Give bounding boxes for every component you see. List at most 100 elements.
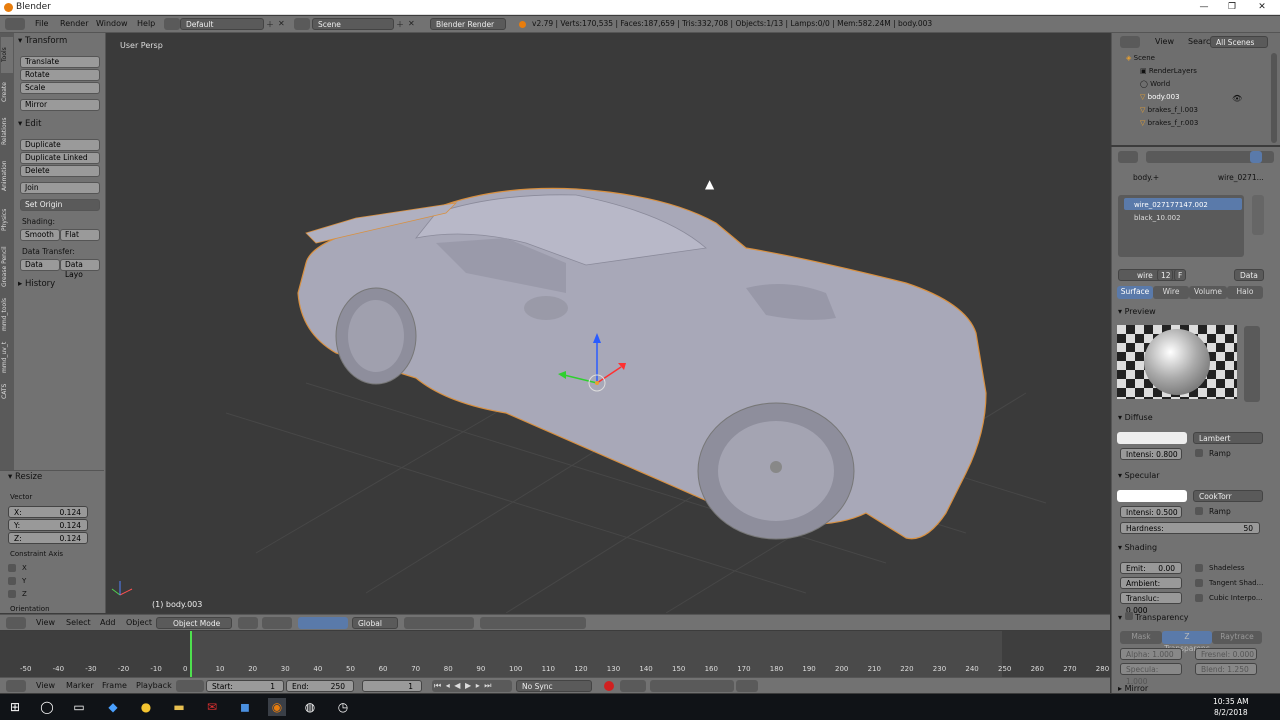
visibility-eye-icon[interactable]: 👁 (1232, 94, 1242, 103)
history-panel-header[interactable]: ▸ History (18, 279, 55, 289)
data-layout-button[interactable]: Data Layo (60, 259, 100, 279)
emit-field[interactable]: Emit: 0.00 (1120, 562, 1182, 574)
tab-cats[interactable]: CATS (1, 379, 13, 403)
hardness-field[interactable]: Hardness: 50 (1120, 522, 1260, 534)
preview-range-icon[interactable] (176, 680, 204, 692)
snap-and-render-icons[interactable] (480, 617, 586, 629)
add-layout-icon[interactable]: ＋ (266, 19, 274, 30)
clock-app-icon[interactable]: ◷ (334, 698, 352, 716)
blender-taskbar-icon[interactable]: ◉ (268, 698, 286, 716)
ambient-field[interactable]: Ambient: 1.000 (1120, 577, 1182, 600)
set-origin-dropdown[interactable]: Set Origin (20, 199, 100, 211)
resize-header[interactable]: ▾ Resize (8, 472, 42, 482)
record-button[interactable] (604, 681, 614, 691)
props-breadcrumb-object[interactable]: body.+ (1133, 173, 1159, 182)
remove-scene-icon[interactable]: ✕ (408, 19, 415, 28)
current-frame-field[interactable]: 1 (362, 680, 422, 692)
flat-button[interactable]: Flat (60, 229, 100, 241)
material-slot-black[interactable]: black_10.002 (1134, 214, 1181, 222)
delete-button[interactable]: Delete (20, 165, 100, 177)
chrome-icon[interactable]: ● (137, 698, 155, 716)
outliner-scene[interactable]: ◈ Scene (1126, 54, 1155, 62)
constraint-x-checkbox[interactable] (8, 564, 16, 572)
windows-start-icon[interactable]: ⊞ (6, 698, 24, 716)
menu-render[interactable]: Render (60, 19, 88, 28)
translate-button[interactable]: Translate (20, 56, 100, 68)
chrome-taskbar-icon[interactable]: ◍ (301, 698, 319, 716)
link-data-dropdown[interactable]: Data (1234, 269, 1264, 281)
menu-add[interactable]: Add (100, 618, 116, 627)
3d-viewport[interactable]: ▲ (106, 33, 1110, 613)
pivot-icon[interactable] (262, 617, 292, 629)
menu-frame[interactable]: Frame (102, 681, 127, 690)
outliner-display-dropdown[interactable]: All Scenes (1210, 36, 1268, 48)
keying-icons[interactable] (620, 680, 646, 692)
resize-x-field[interactable]: X: 0.124 (8, 506, 88, 518)
resize-z-field[interactable]: Z: 0.124 (8, 532, 88, 544)
tab-animation[interactable]: Animation (1, 153, 13, 199)
duplicate-button[interactable]: Duplicate (20, 139, 100, 151)
diffuse-intensity-field[interactable]: Intensi: 0.800 (1120, 448, 1182, 460)
shading-header[interactable]: ▾ Shading (1118, 543, 1157, 552)
fake-user-button[interactable]: F (1174, 269, 1186, 281)
transparency-header[interactable]: ▾ Transparency (1118, 612, 1188, 622)
mirror-button[interactable]: Mirror (20, 99, 100, 111)
keying-set-field[interactable] (650, 680, 734, 692)
remove-layout-icon[interactable]: ✕ (278, 19, 285, 28)
maximize-button[interactable]: ❐ (1218, 0, 1246, 15)
diffuse-ramp-checkbox[interactable] (1195, 449, 1203, 457)
scale-button[interactable]: Scale (20, 82, 100, 94)
edit-panel-header[interactable]: ▾ Edit (18, 119, 41, 129)
material-tab-icon[interactable] (1250, 151, 1262, 163)
transparency-mask-button[interactable]: Mask (1120, 631, 1162, 644)
cubic-interpolation-checkbox[interactable] (1195, 594, 1203, 602)
layer-buttons[interactable] (404, 617, 474, 629)
close-button[interactable]: ✕ (1248, 0, 1276, 15)
tab-tools[interactable]: Tools (1, 37, 13, 73)
duplicate-linked-button[interactable]: Duplicate Linked (20, 152, 100, 164)
transparency-checkbox[interactable] (1124, 612, 1133, 620)
preview-header[interactable]: ▾ Preview (1118, 307, 1156, 316)
constraint-z-checkbox[interactable] (8, 590, 16, 598)
render-engine-dropdown[interactable]: Blender Render (430, 18, 506, 30)
tab-surface[interactable]: Surface (1117, 286, 1153, 299)
sync-mode-dropdown[interactable]: No Sync (516, 680, 592, 692)
layout-selector[interactable]: Default (180, 18, 264, 30)
outliner-brakes-fr[interactable]: ▽ brakes_f_r.003 (1140, 119, 1198, 127)
diffuse-color-swatch[interactable] (1117, 432, 1187, 444)
menu-help[interactable]: Help (137, 19, 155, 28)
tab-wire[interactable]: Wire (1153, 286, 1189, 299)
object-mode-dropdown[interactable]: Object Mode (156, 617, 232, 629)
fresnel-field[interactable]: Fresnel: 0.000 (1195, 648, 1257, 660)
timeline-editor-icon[interactable] (6, 680, 26, 692)
task-view-icon[interactable]: ▭ (70, 698, 88, 716)
menu-marker[interactable]: Marker (66, 681, 94, 690)
layout-icon[interactable] (164, 18, 180, 30)
shadeless-checkbox[interactable] (1195, 564, 1203, 572)
transform-panel-header[interactable]: ▾ Transform (18, 36, 67, 46)
tab-mmd-uv[interactable]: mmd_uv_t (1, 337, 13, 377)
data-button[interactable]: Data (20, 259, 60, 271)
outliner-world[interactable]: ◯ World (1140, 80, 1170, 88)
outliner-view-menu[interactable]: View (1155, 37, 1174, 46)
outliner-editor-icon[interactable] (1120, 36, 1140, 48)
specular-ramp-checkbox[interactable] (1195, 507, 1203, 515)
specular-shader-dropdown[interactable]: CookTorr (1193, 490, 1263, 502)
rotate-button[interactable]: Rotate (20, 69, 100, 81)
visual-studio-code-icon[interactable]: ◆ (104, 698, 122, 716)
search-icon[interactable]: ◯ (38, 698, 56, 716)
menu-timeline-view[interactable]: View (36, 681, 55, 690)
menu-playback[interactable]: Playback (136, 681, 172, 690)
specular-alpha-field[interactable]: Specula: 1.000 (1120, 663, 1182, 686)
tab-volume[interactable]: Volume (1189, 286, 1227, 299)
properties-editor-icon[interactable] (1118, 151, 1138, 163)
file-explorer-icon[interactable]: ▬ (170, 698, 188, 716)
minimize-button[interactable]: — (1190, 0, 1218, 15)
end-frame-field[interactable]: End: 250 (286, 680, 354, 692)
preview-type-buttons[interactable] (1244, 326, 1260, 402)
props-breadcrumb-material[interactable]: wire_0271... (1218, 173, 1264, 182)
menu-object[interactable]: Object (126, 618, 152, 627)
diffuse-header[interactable]: ▾ Diffuse (1118, 413, 1153, 422)
diffuse-shader-dropdown[interactable]: Lambert (1193, 432, 1263, 444)
orientation-dropdown[interactable]: Global (352, 617, 398, 629)
